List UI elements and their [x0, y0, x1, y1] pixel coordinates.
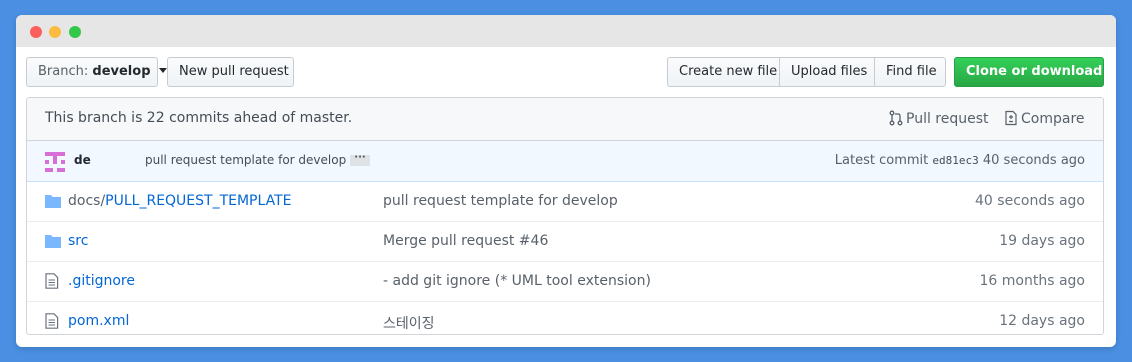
- file-navigation-toolbar: Branch: develop New pull request Create …: [26, 57, 1116, 89]
- latest-commit-bar: de pull request template for develop ···…: [27, 141, 1103, 182]
- file-name: PULL_REQUEST_TEMPLATE: [105, 193, 292, 209]
- clone-or-download-button[interactable]: Clone or download: [954, 57, 1116, 87]
- file-icon: [45, 273, 59, 289]
- file-age: 16 months ago: [979, 273, 1085, 289]
- file-name-link[interactable]: src: [68, 233, 88, 249]
- latest-commit-info: Latest commit ed81ec3 40 seconds ago: [835, 153, 1085, 168]
- table-row: .gitignore - add git ignore (* UML tool …: [27, 262, 1103, 302]
- clone-label: Clone or download: [966, 64, 1103, 79]
- avatar[interactable]: [45, 152, 65, 172]
- branch-status-bar: This branch is 22 commits ahead of maste…: [27, 98, 1103, 141]
- file-diff-icon: [1005, 110, 1017, 126]
- close-window-button[interactable]: [30, 26, 42, 38]
- file-commit-message[interactable]: pull request template for develop: [383, 193, 618, 209]
- find-file-button[interactable]: Find file: [874, 57, 946, 87]
- folder-icon: [45, 235, 61, 248]
- upload-files-button[interactable]: Upload files: [779, 57, 875, 87]
- file-icon: [45, 313, 59, 329]
- expand-commit-button[interactable]: ···: [350, 153, 370, 166]
- browser-window: Branch: develop New pull request Create …: [16, 15, 1116, 347]
- file-table: This branch is 22 commits ahead of maste…: [26, 97, 1104, 335]
- table-row: docs/PULL_REQUEST_TEMPLATE pull request …: [27, 182, 1103, 222]
- title-bar: [16, 15, 1116, 47]
- table-row: pom.xml 스테이징 12 days ago: [27, 302, 1103, 334]
- commit-sha[interactable]: ed81ec3: [932, 154, 978, 167]
- file-commit-message[interactable]: 스테이징: [383, 313, 435, 333]
- file-age: 19 days ago: [999, 233, 1085, 249]
- file-commit-message[interactable]: - add git ignore (* UML tool extension): [383, 273, 651, 289]
- file-name-link[interactable]: docs/PULL_REQUEST_TEMPLATE: [68, 193, 292, 209]
- file-commit-message[interactable]: Merge pull request #46: [383, 233, 548, 249]
- commit-message[interactable]: pull request template for develop: [145, 153, 346, 167]
- file-age: 12 days ago: [999, 313, 1085, 329]
- file-name: pom.xml: [68, 313, 130, 329]
- table-row: src Merge pull request #46 19 days ago: [27, 222, 1103, 262]
- pull-request-link[interactable]: Pull request: [889, 110, 989, 127]
- file-name-link[interactable]: .gitignore: [68, 273, 135, 289]
- chevron-down-icon: [1110, 68, 1116, 73]
- pull-request-label: Pull request: [906, 111, 989, 127]
- minimize-window-button[interactable]: [49, 26, 61, 38]
- branch-ahead-message: This branch is 22 commits ahead of maste…: [45, 110, 353, 126]
- file-name: src: [68, 233, 89, 249]
- folder-icon: [45, 195, 61, 208]
- file-path-prefix: docs/: [68, 193, 106, 209]
- new-pull-request-button[interactable]: New pull request: [167, 57, 294, 87]
- compare-label: Compare: [1021, 111, 1085, 127]
- latest-commit-prefix: Latest commit: [834, 153, 929, 168]
- compare-link[interactable]: Compare: [1004, 110, 1085, 127]
- file-age: 40 seconds ago: [975, 193, 1085, 209]
- branch-prefix: Branch:: [38, 64, 89, 79]
- file-name-link[interactable]: pom.xml: [68, 313, 129, 329]
- commit-age: 40 seconds ago: [982, 153, 1085, 168]
- maximize-window-button[interactable]: [69, 26, 81, 38]
- file-name: .gitignore: [68, 273, 135, 289]
- file-actions-group: Create new file Upload files Find file: [667, 57, 946, 87]
- git-pull-request-icon: [889, 110, 903, 126]
- commit-author[interactable]: de: [74, 153, 91, 167]
- create-new-file-button[interactable]: Create new file: [667, 57, 780, 87]
- chevron-down-icon: [158, 68, 167, 73]
- branch-name: develop: [92, 64, 151, 79]
- branch-select-button[interactable]: Branch: develop: [26, 57, 167, 87]
